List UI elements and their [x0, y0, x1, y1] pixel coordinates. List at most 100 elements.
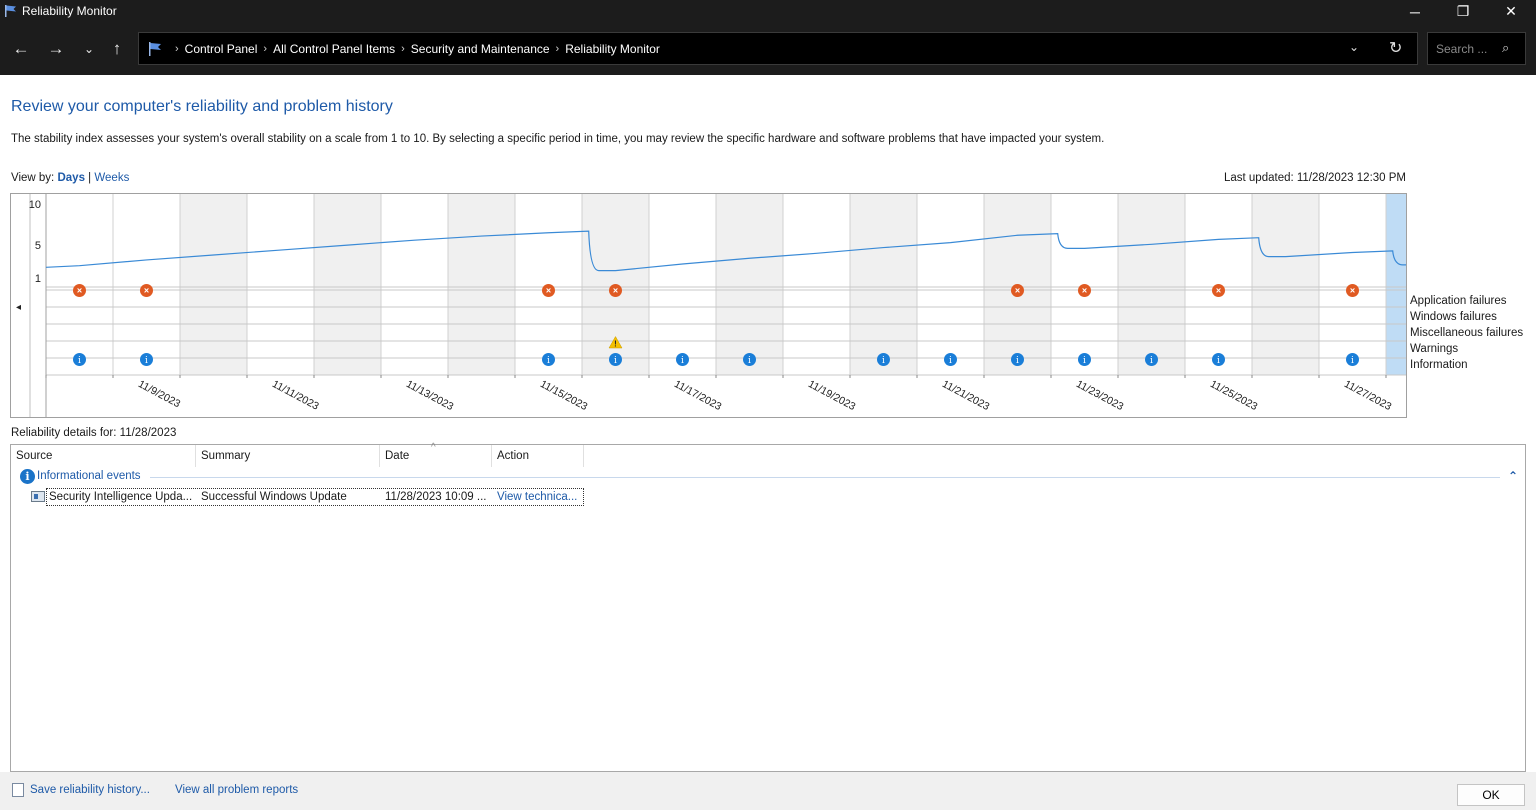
x-tick-label: 11/9/2023 — [136, 378, 182, 410]
view-by-separator: | — [88, 172, 92, 184]
error-icon-glyph: × — [144, 286, 149, 296]
navigation-bar: ← → ⌄ ↑ › Control Panel › All Control Pa… — [0, 23, 1536, 75]
breadcrumb-security-maintenance[interactable]: Security and Maintenance — [411, 42, 550, 56]
day-column[interactable] — [1386, 194, 1406, 375]
x-tick-label: 11/23/2023 — [1074, 378, 1125, 413]
collapse-group-icon[interactable]: ⌃ — [1508, 469, 1518, 483]
day-column[interactable] — [180, 194, 247, 375]
day-column[interactable] — [716, 194, 783, 375]
address-bar[interactable]: › Control Panel › All Control Panel Item… — [138, 32, 1418, 65]
info-icon-glyph: i — [1083, 356, 1086, 366]
breadcrumb-control-panel[interactable]: Control Panel — [185, 42, 258, 56]
maximize-button[interactable]: ❐ — [1440, 0, 1486, 23]
legend-windows-failures: Windows failures — [1410, 311, 1497, 323]
recent-locations-button[interactable]: ⌄ — [76, 36, 102, 62]
info-icon-glyph: i — [145, 356, 148, 366]
info-icon-glyph: i — [949, 356, 952, 366]
day-column[interactable] — [1252, 194, 1319, 375]
row-date: 11/28/2023 10:09 ... — [385, 491, 487, 503]
info-icon: i — [20, 469, 35, 484]
info-icon-glyph: i — [882, 356, 885, 366]
details-table: Source Summary Date Action ^ i Informati… — [10, 442, 1526, 772]
y-tick-label: 10 — [29, 199, 41, 211]
x-tick-label: 11/25/2023 — [1208, 378, 1259, 413]
column-header-action[interactable]: Action — [492, 445, 584, 467]
scroll-left-button[interactable]: ◂ — [16, 302, 21, 313]
error-icon-glyph: × — [1015, 286, 1020, 296]
breadcrumb-reliability-monitor[interactable]: Reliability Monitor — [565, 42, 660, 56]
column-header-source[interactable]: Source — [11, 445, 196, 467]
breadcrumb-all-items[interactable]: All Control Panel Items — [273, 42, 395, 56]
day-column[interactable] — [381, 194, 448, 375]
view-by-label: View by: — [11, 172, 55, 184]
page-description: The stability index assesses your system… — [11, 133, 1105, 145]
y-tick-label: 1 — [35, 273, 41, 285]
day-column[interactable] — [783, 194, 850, 375]
day-column[interactable] — [1118, 194, 1185, 375]
window-title: Reliability Monitor — [22, 4, 117, 18]
info-icon-glyph: i — [614, 356, 617, 366]
view-by: View by: Days | Weeks — [11, 172, 129, 184]
info-icon-glyph: i — [547, 356, 550, 366]
back-button[interactable]: ← — [8, 36, 34, 62]
legend-application-failures: Application failures — [1410, 295, 1507, 307]
stability-chart-svg[interactable]: ◂1051×i×i×i×!iiiii×i×ii×i×ii11/9/202311/… — [11, 194, 1406, 417]
up-button[interactable]: ↑ — [104, 36, 130, 62]
y-tick-label: 5 — [35, 240, 41, 252]
breadcrumb-separator: › — [555, 43, 560, 55]
breadcrumb-separator: › — [401, 43, 405, 55]
info-icon-glyph: i — [1217, 356, 1220, 366]
windows-update-icon — [31, 491, 45, 502]
error-icon-glyph: × — [1350, 286, 1355, 296]
group-informational-events[interactable]: i Informational events ⌃ — [11, 469, 1523, 487]
table-row[interactable]: Security Intelligence Upda... Successful… — [31, 488, 584, 506]
reliability-chart[interactable]: ◂1051×i×i×i×!iiiii×i×ii×i×ii11/9/202311/… — [10, 193, 1407, 418]
x-tick-label: 11/27/2023 — [1342, 378, 1393, 413]
day-column[interactable] — [247, 194, 314, 375]
sort-indicator-icon: ^ — [431, 442, 436, 453]
ok-button[interactable]: OK — [1457, 784, 1525, 806]
group-label[interactable]: Informational events — [37, 470, 141, 482]
row-source: Security Intelligence Upda... — [49, 491, 193, 503]
view-technical-details-link[interactable]: View technica... — [497, 491, 577, 503]
column-header-date[interactable]: Date — [380, 445, 492, 467]
error-icon-glyph: × — [613, 286, 618, 296]
day-column[interactable] — [448, 194, 515, 375]
error-icon-glyph: × — [546, 286, 551, 296]
day-column[interactable] — [917, 194, 984, 375]
info-icon-glyph: i — [1016, 356, 1019, 366]
info-icon-glyph: i — [1150, 356, 1153, 366]
details-label: Reliability details for: 11/28/2023 — [11, 427, 177, 439]
day-column[interactable] — [850, 194, 917, 375]
chevron-down-icon[interactable]: ⌄ — [1349, 40, 1359, 54]
save-reliability-history-link[interactable]: Save reliability history... — [30, 784, 150, 796]
search-placeholder: Search ... — [1436, 42, 1488, 56]
info-icon-glyph: i — [681, 356, 684, 366]
refresh-icon[interactable]: ↻ — [1389, 38, 1402, 58]
group-divider — [150, 477, 1500, 478]
warning-icon-glyph: ! — [614, 340, 617, 349]
day-column[interactable] — [314, 194, 381, 375]
legend-miscellaneous-failures: Miscellaneous failures — [1410, 327, 1524, 339]
day-column[interactable] — [649, 194, 716, 375]
search-icon[interactable]: ⌕ — [1502, 40, 1509, 56]
view-by-days-link[interactable]: Days — [57, 172, 85, 184]
forward-button[interactable]: → — [43, 36, 69, 62]
info-icon-glyph: i — [1351, 356, 1354, 366]
info-icon-glyph: i — [78, 356, 81, 366]
x-tick-label: 11/11/2023 — [270, 378, 321, 413]
view-all-problem-reports-link[interactable]: View all problem reports — [175, 784, 298, 796]
x-tick-label: 11/21/2023 — [940, 378, 991, 413]
page-title: Review your computer's reliability and p… — [11, 98, 393, 115]
column-header-summary[interactable]: Summary — [196, 445, 380, 467]
error-icon-glyph: × — [1082, 286, 1087, 296]
minimize-button[interactable]: ─ — [1392, 0, 1438, 23]
error-icon-glyph: × — [1216, 286, 1221, 296]
view-by-weeks-link[interactable]: Weeks — [94, 172, 129, 184]
search-input[interactable]: Search ... ⌕ — [1427, 32, 1526, 65]
document-icon — [12, 783, 24, 797]
close-button[interactable]: ✕ — [1488, 0, 1534, 23]
last-updated: Last updated: 11/28/2023 12:30 PM — [1223, 172, 1406, 184]
x-tick-label: 11/13/2023 — [404, 378, 455, 413]
x-tick-label: 11/15/2023 — [538, 378, 589, 413]
